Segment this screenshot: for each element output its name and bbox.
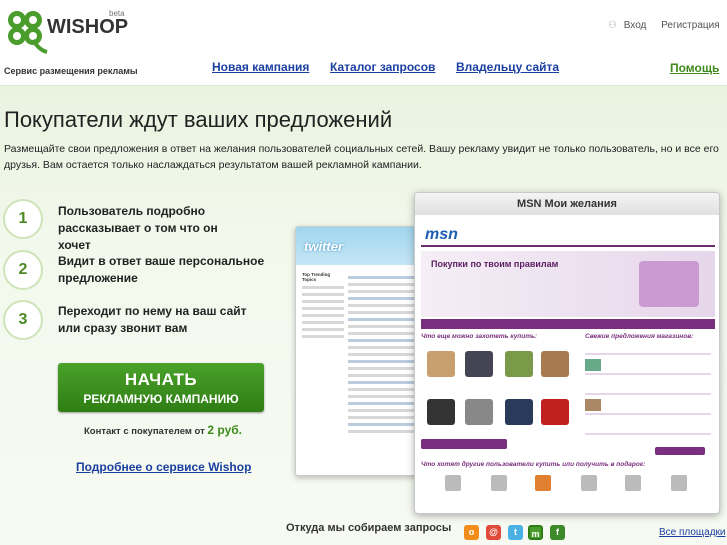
product-bag-icon: [427, 351, 455, 377]
tagline: Сервис размещения рекламы: [4, 66, 138, 76]
gift-thumb-icon: [535, 475, 551, 491]
msn-icon[interactable]: m: [528, 525, 543, 540]
twitter-feed: [348, 272, 414, 437]
step-3-text: Переходит по нему на ваш сайт или сразу …: [58, 304, 247, 335]
main-content: Покупатели ждут ваших предложений Размещ…: [0, 86, 727, 545]
nav-request-catalog[interactable]: Каталог запросов: [330, 60, 435, 74]
gift-thumb-icon: [625, 475, 641, 491]
twitter-section-title: Top Trending Topics: [302, 272, 331, 282]
msn-pager: [655, 447, 705, 455]
offer-thumb-icon: [585, 359, 601, 371]
odnoklassniki-icon[interactable]: o: [464, 525, 479, 540]
page-title: Покупатели ждут ваших предложений: [4, 107, 393, 132]
product-fridge-icon: [465, 399, 493, 425]
gift-thumb-icon: [581, 475, 597, 491]
login-link[interactable]: Вход: [624, 20, 647, 31]
all-sources-link[interactable]: Все площадки: [659, 527, 726, 538]
price-value: 2 руб.: [207, 423, 242, 437]
msn-banner: Покупки по твоим правилам: [421, 251, 715, 317]
product-car-icon: [465, 351, 493, 377]
step-2-badge: 2: [3, 250, 43, 290]
moimir-icon[interactable]: @: [486, 525, 501, 540]
msn-bottom-label: Что хотят другие пользователи купить или…: [421, 461, 646, 468]
product-laptop-icon: [505, 399, 533, 425]
msn-logo: msn: [425, 226, 458, 243]
help-link[interactable]: Помощь: [670, 61, 719, 75]
msn-section-right: Свежие предложения магазинов:: [585, 333, 694, 340]
facebook-icon[interactable]: f: [550, 525, 565, 540]
auth-links: ⚇ Вход Регистрация: [608, 20, 720, 31]
gift-thumb-icon: [445, 475, 461, 491]
user-icon: ⚇: [608, 20, 617, 31]
lead-text: Размещайте свои предложения в ответ на ж…: [4, 143, 719, 171]
nav-site-owner[interactable]: Владельцу сайта: [456, 60, 559, 74]
step-3-badge: 3: [3, 300, 43, 340]
wishop-logo[interactable]: WISHOP beta: [3, 6, 133, 58]
msn-banner-title: Покупки по твоим правилам: [431, 259, 559, 269]
msn-preview-title: MSN Мои желания: [415, 193, 719, 215]
shopping-bags-icon: [639, 261, 699, 307]
learn-more-link[interactable]: Подробнее о сервисе Wishop: [76, 460, 251, 474]
twitter-bar: twitter: [296, 227, 419, 265]
msn-brand-bar: msn: [421, 221, 715, 247]
step-2-text: Видит в ответ ваше персональное предложе…: [58, 254, 265, 285]
offer-thumb-icon: [585, 399, 601, 411]
cta-line-2: РЕКЛАМНУЮ КАМПАНИЮ: [83, 392, 239, 406]
sources-label: Откуда мы собираем запросы: [286, 522, 452, 534]
gift-thumb-icon: [671, 475, 687, 491]
step-1-badge: 1: [3, 199, 43, 239]
price-note: Контакт с покупателем от 2 руб.: [84, 423, 242, 437]
cta-line-1: НАЧАТЬ: [124, 370, 198, 389]
msn-menu-bar: [421, 319, 715, 329]
product-palm-icon: [505, 351, 533, 377]
nav-new-campaign[interactable]: Новая кампания: [212, 60, 309, 74]
register-link[interactable]: Регистрация: [661, 20, 719, 31]
msn-preview: MSN Мои желания msn Покупки по твоим пра…: [414, 192, 720, 514]
start-campaign-button[interactable]: НАЧАТЬ РЕКЛАМНУЮ КАМПАНИЮ: [58, 363, 264, 412]
brand-text: WISHOP: [47, 16, 128, 38]
product-chair-icon: [541, 351, 569, 377]
gift-thumb-icon: [491, 475, 507, 491]
twitter-preview: twitter Top Trending Topics: [295, 226, 420, 476]
product-phone-icon: [541, 399, 569, 425]
msn-more-button: [421, 439, 507, 449]
msn-section-left: Что еще можно захотеть купить:: [421, 333, 538, 340]
twitter-sidebar: Top Trending Topics: [302, 272, 344, 342]
product-tv-icon: [427, 399, 455, 425]
twitter-icon[interactable]: t: [508, 525, 523, 540]
twitter-logo: twitter: [304, 239, 343, 254]
step-1-text: Пользователь подробно рассказывает о том…: [58, 204, 218, 252]
beta-label: beta: [109, 9, 125, 18]
price-label: Контакт с покупателем от: [84, 426, 205, 437]
header: WISHOP beta Сервис размещения рекламы Но…: [0, 0, 727, 86]
